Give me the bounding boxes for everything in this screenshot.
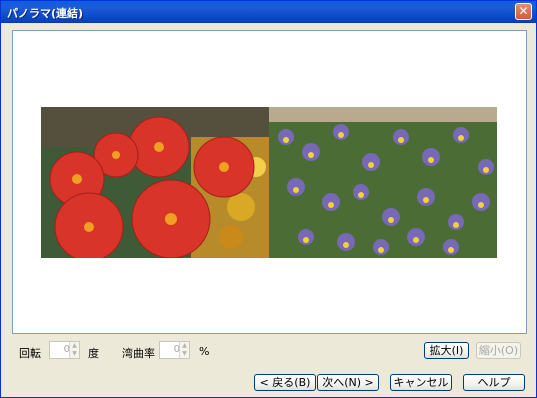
- rotate-unit: 度: [88, 347, 99, 360]
- curvature-unit: %: [199, 345, 210, 358]
- curvature-label: 湾曲率: [122, 347, 155, 360]
- help-button[interactable]: ヘルプ: [463, 374, 525, 391]
- down-arrow-icon[interactable]: ▼: [180, 350, 189, 358]
- rotate-spin-arrows[interactable]: ▲ ▼: [69, 342, 79, 358]
- rotate-spinner[interactable]: 0 ▲ ▼: [49, 341, 80, 359]
- title-bar[interactable]: パノラマ(連結) ✕: [1, 1, 536, 23]
- close-button[interactable]: ✕: [515, 3, 532, 20]
- curvature-value: 0: [173, 344, 180, 355]
- panorama-preview: [12, 30, 527, 334]
- up-arrow-icon[interactable]: ▲: [180, 342, 189, 350]
- cancel-button[interactable]: キャンセル: [390, 374, 452, 391]
- next-button[interactable]: 次へ(N) >: [317, 374, 379, 391]
- rotate-value: 0: [63, 344, 70, 355]
- up-arrow-icon[interactable]: ▲: [70, 342, 79, 350]
- zoom-out-button[interactable]: 縮小(O): [476, 342, 521, 359]
- rotate-label: 回転: [19, 347, 41, 360]
- back-button[interactable]: < 戻る(B): [254, 374, 316, 391]
- down-arrow-icon[interactable]: ▼: [70, 350, 79, 358]
- panorama-image: [41, 107, 497, 258]
- zoom-in-button[interactable]: 拡大(I): [424, 342, 469, 359]
- curvature-spin-arrows[interactable]: ▲ ▼: [179, 342, 189, 358]
- window-title: パノラマ(連結): [7, 7, 84, 20]
- curvature-spinner[interactable]: 0 ▲ ▼: [159, 341, 190, 359]
- panorama-dialog: パノラマ(連結) ✕ 回転 0 ▲ ▼ 度 湾曲率 0 ▲ ▼ % 拡大(I) …: [0, 0, 537, 398]
- close-icon: ✕: [518, 4, 529, 18]
